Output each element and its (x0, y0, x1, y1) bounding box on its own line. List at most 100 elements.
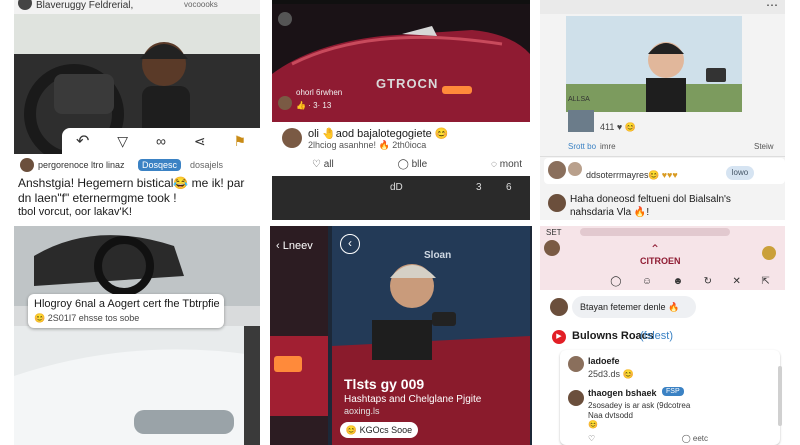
comment-icon[interactable]: ◯ (610, 276, 621, 287)
badge: Dosqesc (138, 159, 182, 171)
avatar[interactable] (278, 12, 292, 26)
header-right-text: vocoooks (184, 0, 218, 9)
action-bar: ↶ ▽ ∞ ⋖ ⚑ (62, 128, 260, 154)
avatar[interactable] (550, 298, 568, 316)
reply-icon: ◌ (491, 158, 497, 170)
comment-meta: 😊 ♥♥♥ (648, 170, 678, 180)
avatar[interactable] (762, 246, 776, 260)
status-left: SET (546, 228, 562, 237)
flag-icon[interactable]: ⚑ (233, 133, 246, 150)
side-panel (270, 226, 328, 445)
caption-line-3: tbol vorcut, oor lakav'K! (18, 206, 132, 218)
tile-fan-photo-post: ⋯ ALLSA 411 ♥ 😊 Srott bo imre Steiw ddso… (540, 0, 785, 220)
username-right: dosajels (190, 160, 224, 170)
overlay-line-1: ohorl 6rwhen (296, 88, 343, 97)
comment-1-name: ladoefe (588, 356, 620, 366)
comment-2-reaction: 😊 (588, 420, 598, 429)
photo-caption: ALLSA (568, 96, 590, 103)
stat-left: dD (390, 182, 403, 193)
comment-pill[interactable]: lowo (726, 166, 754, 180)
comment-2-actions: ♡ ◯ eetc (588, 432, 708, 444)
caption-line-2: dn laen"f" eternermgme took ! (18, 191, 177, 205)
comment-icon: ◯ (681, 433, 691, 443)
photo-person-camera (566, 16, 742, 112)
reaction-pill[interactable]: 😊 KGOcs Sooe (340, 422, 418, 438)
message-text: Btayan fetemer denle 🔥 (580, 302, 680, 312)
avatar[interactable] (568, 162, 582, 176)
comment-name: ddsoterrmayres (586, 170, 649, 180)
post-actions: ♡ all ◯ blle ◌ mont (312, 156, 522, 172)
caption-title: Hlogroy 6nal a Aogert cert fhe Tbtrpfie (34, 298, 220, 310)
stat-right: 6 (506, 182, 512, 193)
tile-car-interior-post: Blaveruggy Feldrerial, vocoooks ↶ ▽ ∞ ⋖ … (14, 0, 260, 220)
username[interactable]: pergorenoce ltro linaz (38, 160, 125, 170)
car-brand: GTROCN (376, 76, 439, 91)
smile-icon[interactable]: ☺ (642, 276, 652, 287)
chevron-left-icon: ‹ (276, 240, 280, 252)
avatar[interactable] (568, 356, 584, 372)
comment-action[interactable]: ◯ blle (398, 159, 428, 170)
comment-2-line-1: 2sosadey is ar ask (9dcotrea (588, 401, 691, 410)
avatar[interactable] (548, 194, 566, 212)
more-icon[interactable]: ⋯ (766, 0, 778, 12)
comment-icon: ◯ (397, 158, 409, 170)
comment-2-name: thaogen bshaek (588, 388, 657, 398)
stat-mid: 3 (476, 182, 482, 193)
tile-comments-view: SET CITROEN ⌃ ◯ ☺ ☻ ↻ ✕ ⇱ Btayan fetemer… (540, 226, 785, 445)
tile-white-car-post: Hlogroy 6nal a Aogert cert fhe Tbtrpfie … (14, 226, 260, 445)
post-line-1: Haha doneosd feltueni dol Bialsaln's (570, 194, 731, 205)
header-text: Blaveruggy Feldrerial, (36, 0, 134, 11)
story-desc-1: Hashtaps and Chelglane Pjgite (344, 394, 482, 405)
heart-icon: ♡ (312, 158, 321, 170)
like-action[interactable]: ♡ all (312, 159, 334, 170)
photo-white-car (14, 226, 260, 445)
avatar[interactable] (548, 161, 566, 179)
emoji-icon[interactable]: ☻ (673, 276, 684, 287)
mini-label: 411 ♥ 😊 (600, 122, 636, 132)
post-subtitle: 2lhciog asanhne! 🔥 2th0ioca (308, 140, 427, 150)
link-icon[interactable]: ∞ (156, 133, 166, 149)
reply-button[interactable]: ◯ eetc (682, 434, 708, 443)
story-brand: Sloan (424, 250, 452, 261)
reply-icon[interactable]: ↻ (704, 276, 712, 287)
story-headline: Tlsts gy 009 (344, 376, 425, 392)
like-icon[interactable]: ♡ (588, 434, 595, 443)
avatar[interactable] (544, 240, 560, 256)
chevron-logo-icon: ⌃ (650, 242, 661, 256)
reply-action[interactable]: ◌ mont (491, 159, 522, 170)
avatar[interactable] (568, 390, 584, 406)
scrollbar[interactable] (778, 366, 782, 426)
status-pill (580, 228, 730, 236)
overlay-line-2: 👍 · 3· 13 (296, 101, 332, 110)
share-icon[interactable]: ⇱ (761, 276, 769, 287)
comment-1-meta: 25d3.ds 😊 (588, 369, 634, 379)
story-desc-2: aoxing.ls (344, 406, 380, 416)
top-bar (540, 0, 785, 14)
avatar[interactable] (282, 128, 302, 148)
section-tag: (fslest) (640, 330, 673, 342)
comment-2-badge: FSP (662, 387, 684, 396)
avatar[interactable] (278, 96, 292, 110)
back-button[interactable]: ‹ Lneev (276, 240, 313, 252)
triangle-icon[interactable]: ▽ (117, 133, 128, 150)
mini-thumb[interactable] (568, 110, 594, 132)
tab-second[interactable]: imre (600, 142, 616, 151)
brand-logo: CITROEN (640, 256, 681, 266)
close-icon[interactable]: ✕ (732, 276, 740, 287)
post-line-2: nahsdaria Vla 🔥! (570, 207, 650, 218)
share-arrow-icon[interactable]: ↶ (76, 131, 89, 151)
tab-active[interactable]: Srott bo (568, 142, 596, 151)
share-icon[interactable]: ⋖ (194, 133, 206, 150)
comment-2-line-2: Naa dvtsodd (588, 411, 633, 420)
back-circle-button[interactable]: ‹ (340, 234, 360, 254)
tile-story-view: ‹ Lneev ‹ Sloan Tlsts gy 009 Hashtaps an… (270, 226, 532, 445)
youtube-icon: ▶ (552, 330, 566, 344)
avatar[interactable] (20, 158, 34, 172)
header-actions: ◯ ☺ ☻ ↻ ✕ ⇱ (600, 274, 780, 288)
post-title: oli 🤚aod bajalotegogiete 😊 (308, 128, 449, 140)
tab-right[interactable]: Steiw (754, 142, 774, 151)
tile-red-car-post: GTROCN ohorl 6rwhen 👍 · 3· 13 oli 🤚aod b… (272, 0, 530, 220)
side-panel-car (270, 226, 328, 445)
caption-sub: 😊 2S01I7 ehsse tos sobe (34, 313, 140, 323)
caption-line-1: Anshstgia! Hegemern bistical😂 me ik! par (18, 176, 245, 190)
